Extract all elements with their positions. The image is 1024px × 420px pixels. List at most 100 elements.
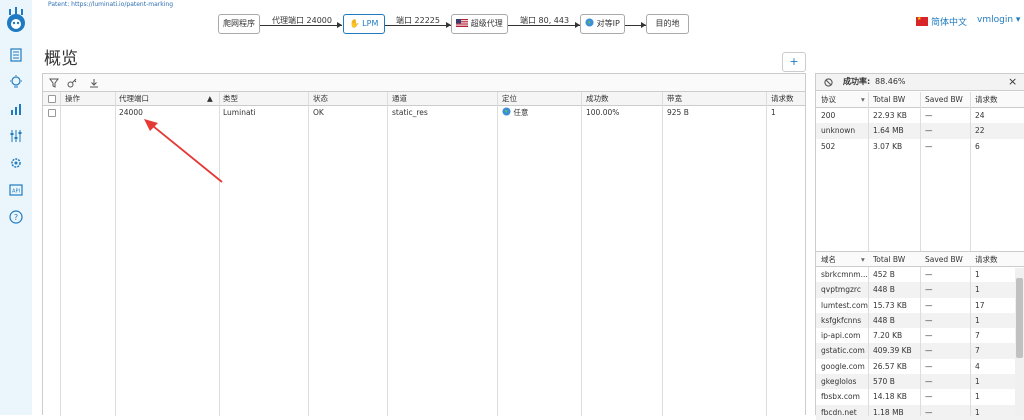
dropdown-icon[interactable]: ▾ (858, 252, 865, 267)
cell-key: ksfgkfcnns (821, 315, 862, 325)
svg-text:?: ? (14, 213, 18, 222)
col-saved-bw[interactable]: Saved BW (922, 92, 963, 107)
success-rate-label: 成功率: (843, 77, 871, 86)
language-selector[interactable]: 简体中文 (916, 15, 967, 28)
cell-total: 15.73 KB (873, 300, 907, 310)
column-divider (766, 92, 767, 416)
download-icon[interactable] (89, 78, 99, 88)
col-total-bw[interactable]: Total BW (870, 92, 905, 107)
sliders-icon[interactable] (8, 128, 24, 144)
luminati-logo-icon[interactable] (4, 6, 28, 34)
flow-node-destination: 目的地 (646, 14, 689, 34)
cell-key: 502 (821, 141, 836, 151)
column-divider (868, 267, 869, 416)
cell-port[interactable]: 24000 (117, 106, 143, 120)
select-all-checkbox[interactable] (48, 95, 56, 103)
dropdown-icon[interactable]: ▾ (858, 92, 865, 107)
cell-location-label: 任意 (513, 108, 529, 117)
cell-total: 7.20 KB (873, 331, 903, 341)
col-protocol[interactable]: 协议 (818, 92, 836, 107)
cell-key: qvptmgzrc (821, 285, 861, 295)
column-divider (920, 92, 921, 251)
column-divider (497, 92, 498, 416)
stats-bar-icon[interactable] (8, 101, 24, 117)
cell-saved: — (925, 300, 933, 310)
flow-node-super-proxy: 超级代理 (451, 14, 508, 34)
flow-node-lpm-label: LPM (362, 19, 379, 28)
table-header-row: 操作 代理端口 ▲ 类型 状态 通道 定位 成功数 带宽 请求数 (43, 92, 805, 106)
flow-node-lpm[interactable]: ✋ LPM (343, 14, 385, 34)
cell-req: 1 (975, 392, 980, 402)
gear-icon[interactable] (8, 155, 24, 171)
col-proxy-port[interactable]: 代理端口 (117, 92, 149, 106)
col-location[interactable]: 定位 (500, 92, 517, 106)
col-domain[interactable]: 域名 (818, 252, 836, 267)
arrow-icon (337, 22, 342, 28)
key-icon[interactable] (67, 78, 77, 88)
column-divider (970, 267, 971, 416)
cell-total: 570 B (873, 377, 895, 387)
ban-icon[interactable] (824, 78, 833, 87)
cell-requests: 1 (771, 108, 776, 117)
lightbulb-icon[interactable] (8, 74, 24, 90)
cell-req: 24 (975, 111, 985, 120)
cell-total: 1.64 MB (873, 126, 904, 136)
col-requests[interactable]: 请求数 (769, 92, 794, 106)
cell-req: 6 (975, 141, 980, 151)
cell-saved: — (925, 285, 933, 295)
col-saved-bw[interactable]: Saved BW (922, 252, 963, 267)
col-requests[interactable]: 请求数 (972, 92, 998, 107)
column-divider (581, 92, 582, 416)
cell-total: 1.18 MB (873, 407, 904, 417)
cell-total: 3.07 KB (873, 141, 903, 151)
cell-total: 14.18 KB (873, 392, 907, 402)
close-icon[interactable]: × (1008, 74, 1017, 90)
column-divider (308, 92, 309, 416)
column-divider (662, 92, 663, 416)
cell-req: 1 (975, 377, 980, 387)
svg-text:API: API (12, 189, 20, 195)
domain-scrollbar[interactable] (1015, 268, 1024, 416)
cell-total: 448 B (873, 315, 895, 325)
cell-saved: — (925, 111, 933, 120)
col-requests[interactable]: 请求数 (972, 252, 998, 267)
cell-key: lumtest.com (821, 300, 868, 310)
cell-saved: — (925, 141, 933, 151)
stats-panel: 成功率: 88.46% × 协议 ▾ Total BW Saved BW 请求数… (815, 73, 1024, 420)
patent-link[interactable]: Patent: https://luminati.io/patent-marki… (48, 1, 173, 8)
col-total-bw[interactable]: Total BW (870, 252, 905, 267)
col-channel[interactable]: 通道 (390, 92, 407, 106)
scrollbar-thumb[interactable] (1016, 278, 1023, 358)
row-checkbox[interactable] (48, 109, 56, 117)
flow-node-peer-label: 对等IP (596, 19, 620, 28)
cell-key: 200 (821, 111, 836, 120)
flow-edge-label-2: 端口 22225 (396, 16, 440, 25)
cell-key: ip-api.com (821, 331, 861, 341)
column-divider (115, 92, 116, 416)
column-divider (60, 92, 61, 416)
cell-req: 1 (975, 270, 980, 279)
api-icon[interactable]: API (8, 182, 24, 198)
sort-asc-icon[interactable]: ▲ (205, 92, 213, 106)
col-bandwidth[interactable]: 带宽 (665, 92, 682, 106)
help-icon[interactable]: ? (8, 209, 24, 225)
user-menu[interactable]: vmlogin ▾ (977, 15, 1020, 25)
filter-icon[interactable] (49, 78, 59, 88)
us-flag-icon (456, 19, 469, 27)
add-proxy-button[interactable]: + (782, 52, 806, 72)
cell-key: google.com (821, 361, 865, 371)
overview-icon[interactable] (8, 47, 24, 63)
cell-saved: — (925, 361, 933, 371)
cell-saved: — (925, 407, 933, 417)
col-type[interactable]: 类型 (221, 92, 238, 106)
cell-key: fbsbx.com (821, 392, 860, 402)
col-status[interactable]: 状态 (311, 92, 328, 106)
cell-key: fbcdn.net (821, 407, 857, 417)
china-flag-icon (916, 16, 928, 26)
cell-req: 22 (975, 126, 985, 136)
cell-key: gstatic.com (821, 346, 865, 356)
sidebar: API ? (0, 0, 32, 415)
cell-location: 任意 (500, 106, 528, 120)
col-success[interactable]: 成功数 (584, 92, 609, 106)
success-rate-value: 88.46% (875, 77, 906, 86)
